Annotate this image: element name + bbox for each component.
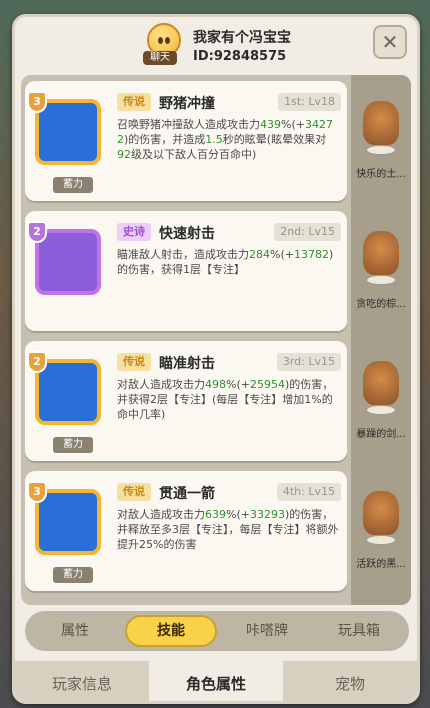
skill-level: 1st: Lv18: [278, 93, 341, 111]
tab-cards[interactable]: 咔嗒牌: [221, 615, 313, 647]
skill-name: 快速射击: [159, 226, 215, 242]
player-id: ID:92848575: [193, 49, 287, 64]
pet-column: 快乐的土... 贪吃的棕... 暴躁的剑... 活跃的黑...: [351, 75, 411, 605]
rank-badge: 2: [27, 351, 47, 373]
skill-description: 对敌人造成攻击力498%(+25954)的伤害，并获得2层【专注】(每层【专注】…: [117, 378, 334, 421]
skill-description: 对敌人造成攻击力639%(+33293)的伤害，并释放至多3层【专注】，每层【专…: [117, 508, 339, 551]
tab-toybox[interactable]: 玩具箱: [313, 615, 405, 647]
skill-name: 贯通一箭: [159, 486, 215, 502]
pet-pedestal-icon: [366, 145, 396, 155]
rarity-badge: 史诗: [117, 223, 151, 241]
player-avatar[interactable]: 聊天: [143, 23, 187, 67]
player-name: 我家有个冯宝宝: [193, 30, 291, 46]
charge-tag: 蓄力: [53, 437, 93, 453]
skill-name: 野猪冲撞: [159, 96, 215, 112]
pet-figure-icon: [363, 101, 399, 145]
pet-name: 活跃的黑...: [356, 559, 406, 570]
skill-description: 瞄准敌人射击，造成攻击力284%(+13782)的伤害，获得1层【专注】: [117, 248, 334, 276]
rank-badge: 3: [27, 91, 47, 113]
skill-name: 瞄准射击: [159, 356, 215, 372]
pet-figure-icon: [363, 361, 399, 405]
sub-tab-bar: 属性 技能 咔嗒牌 玩具箱: [25, 611, 409, 651]
rarity-badge: 传说: [117, 93, 151, 111]
close-icon: ✕: [381, 30, 399, 54]
pet-name: 快乐的土...: [356, 169, 406, 180]
pet-name: 暴躁的剑...: [356, 429, 406, 440]
character-panel: 聊天 我家有个冯宝宝 ID:92848575 ✕ 3 蓄力 传说 野猪冲撞 1s…: [12, 14, 420, 704]
skill-level: 4th: Lv15: [276, 483, 341, 501]
skill-card[interactable]: 3 蓄力 传说 贯通一箭 4th: Lv15 对敌人造成攻击力639%(+332…: [25, 471, 347, 591]
rarity-badge: 传说: [117, 483, 151, 501]
charge-tag: 蓄力: [53, 567, 93, 583]
rank-badge: 2: [27, 221, 47, 243]
pet-pedestal-icon: [366, 535, 396, 545]
skill-level: 2nd: Lv15: [274, 223, 341, 241]
skill-level: 3rd: Lv15: [276, 353, 341, 371]
skill-card[interactable]: 2 蓄力 传说 瞄准射击 3rd: Lv15 对敌人造成攻击力498%(+259…: [25, 341, 347, 461]
tab-player-info[interactable]: 玩家信息: [15, 661, 149, 701]
tab-character-attributes[interactable]: 角色属性: [149, 661, 283, 701]
skill-card[interactable]: 2 史诗 快速射击 2nd: Lv15 瞄准敌人射击，造成攻击力284%(+13…: [25, 211, 347, 331]
chat-button[interactable]: 聊天: [143, 51, 177, 65]
pet-pedestal-icon: [366, 275, 396, 285]
close-button[interactable]: ✕: [373, 25, 407, 59]
charge-tag: 蓄力: [53, 177, 93, 193]
tab-attributes[interactable]: 属性: [29, 615, 121, 647]
skill-description: 召唤野猪冲撞敌人造成攻击力439%(+3427 2)的伤害，并造成1.5秒的眩晕(…: [117, 118, 333, 161]
rank-badge: 3: [27, 481, 47, 503]
pet-slot[interactable]: 暴躁的剑...: [353, 341, 409, 461]
pet-figure-icon: [363, 231, 399, 275]
bottom-tab-bar: 玩家信息 角色属性 宠物: [15, 661, 417, 701]
tab-pets[interactable]: 宠物: [283, 661, 417, 701]
rarity-badge: 传说: [117, 353, 151, 371]
tab-skills[interactable]: 技能: [125, 615, 217, 647]
panel-header: 聊天 我家有个冯宝宝 ID:92848575 ✕: [15, 17, 417, 71]
pet-figure-icon: [363, 491, 399, 535]
pet-slot[interactable]: 贪吃的棕...: [353, 211, 409, 331]
pet-name: 贪吃的棕...: [356, 299, 406, 310]
pet-slot[interactable]: 活跃的黑...: [353, 471, 409, 591]
skills-content: 3 蓄力 传说 野猪冲撞 1st: Lv18 召唤野猪冲撞敌人造成攻击力439%…: [21, 75, 411, 605]
pet-slot[interactable]: 快乐的土...: [353, 81, 409, 201]
skill-card[interactable]: 3 蓄力 传说 野猪冲撞 1st: Lv18 召唤野猪冲撞敌人造成攻击力439%…: [25, 81, 347, 201]
pet-pedestal-icon: [366, 405, 396, 415]
